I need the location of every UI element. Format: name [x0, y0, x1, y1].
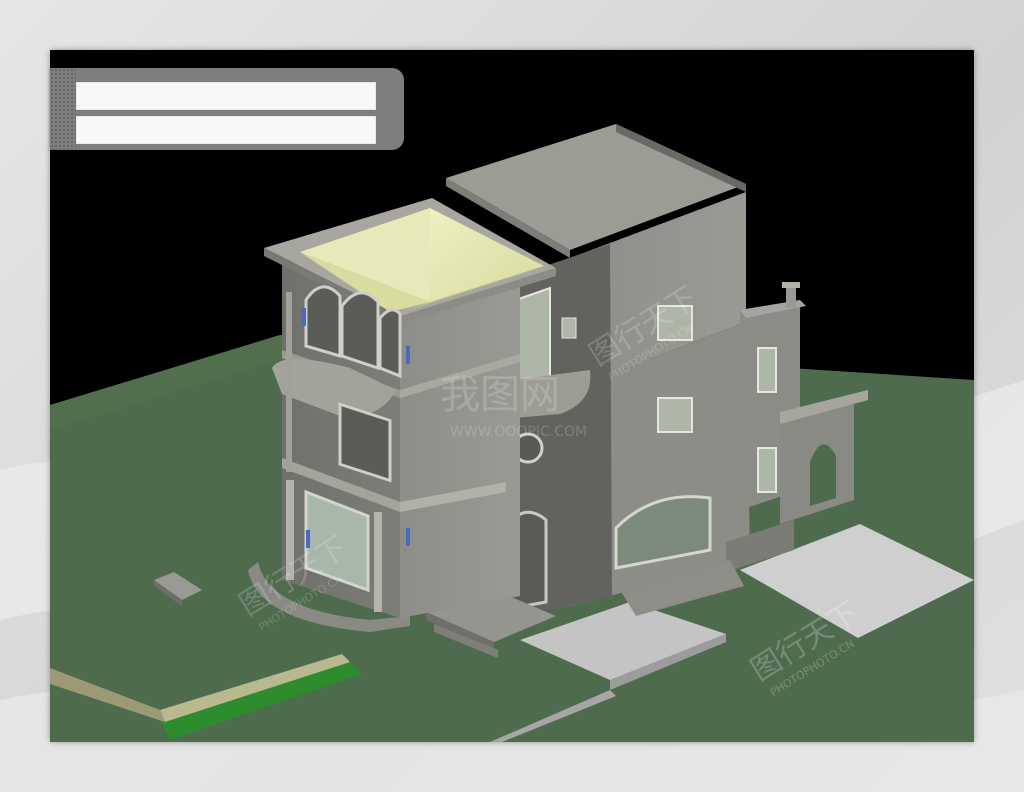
arched-window	[304, 285, 342, 359]
watermark-subtext: WWW.OOOPIC.COM	[450, 424, 587, 440]
window	[657, 397, 693, 433]
dot-pattern	[50, 68, 76, 150]
window	[757, 347, 777, 393]
title-panel	[50, 68, 404, 150]
window	[757, 447, 777, 493]
villa-scene: 我图网 WWW.OOOPIC.COM 图行天下 PHOTOPHOTO.CN 图行…	[50, 124, 974, 742]
arched-window	[378, 308, 402, 379]
page-frame: 我图网 WWW.OOOPIC.COM 图行天下 PHOTOPHOTO.CN 图行…	[0, 0, 1024, 792]
title-line-1	[76, 82, 376, 110]
arched-window	[340, 291, 380, 371]
render-viewport[interactable]: 我图网 WWW.OOOPIC.COM 图行天下 PHOTOPHOTO.CN 图行…	[50, 50, 974, 742]
tower-right-facade	[400, 272, 520, 618]
watermark-text: 我图网	[440, 372, 560, 418]
title-line-2	[76, 116, 376, 144]
